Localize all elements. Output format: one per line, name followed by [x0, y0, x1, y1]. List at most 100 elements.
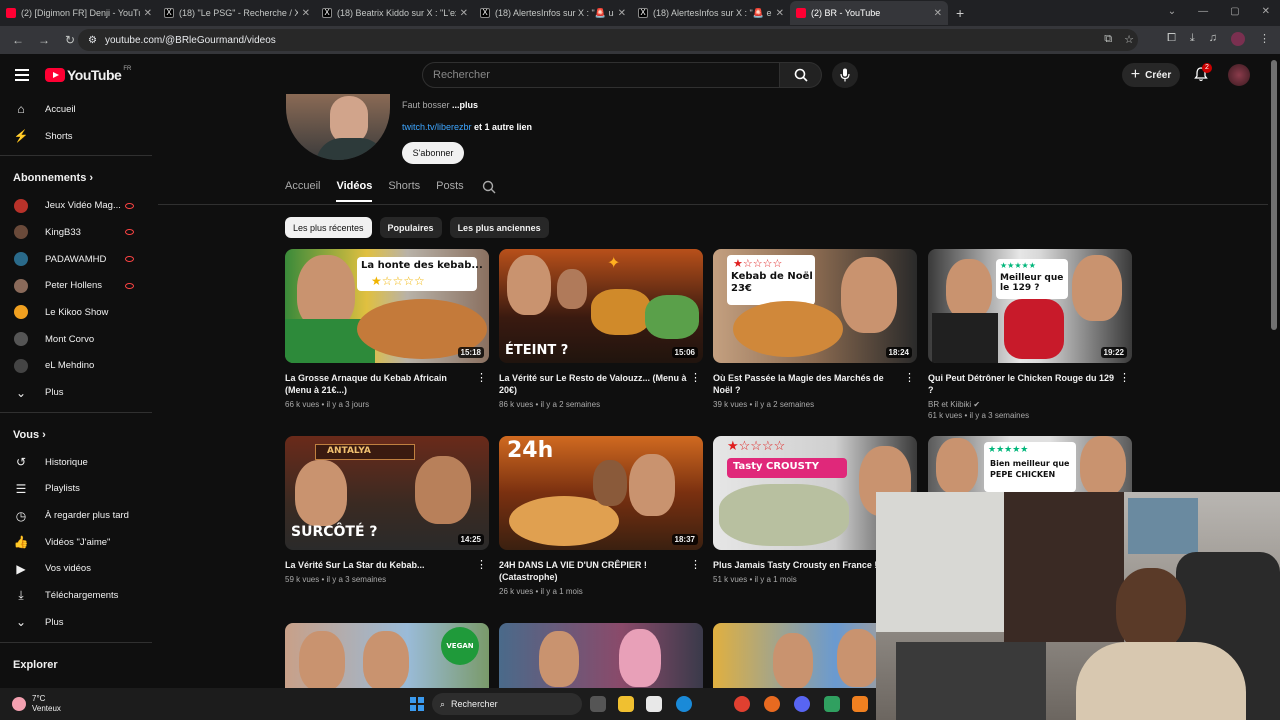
notepad-icon[interactable] — [646, 696, 662, 712]
media-control-icon[interactable]: ♫ — [1209, 32, 1217, 46]
video-card[interactable]: ★☆☆☆☆ Kebab de Noël 23€ 18:24 Où Est Pas… — [713, 249, 917, 409]
more-options-icon[interactable]: ⋮ — [690, 371, 701, 384]
sidebar-item-liked[interactable]: 👍 Vidéos "J'aime" — [0, 529, 152, 556]
create-button[interactable]: + Créer — [1122, 63, 1180, 87]
subscription-item[interactable]: Jeux Vidéo Mag... — [0, 192, 152, 219]
vlc-icon[interactable] — [852, 696, 868, 712]
tab-shorts[interactable]: Shorts — [388, 180, 420, 202]
install-icon[interactable]: ⧉ — [1104, 33, 1112, 46]
sidebar-item-home[interactable]: ⌂ Accueil — [0, 96, 152, 123]
video-thumbnail[interactable] — [499, 623, 703, 688]
search-button[interactable] — [780, 62, 822, 88]
close-window-icon[interactable]: ✕ — [1262, 6, 1270, 17]
sidebar-item-more[interactable]: ⌄ Plus — [0, 609, 152, 636]
video-channel[interactable]: BR et Kiibiki ✔ — [928, 400, 1132, 409]
chip-popular[interactable]: Populaires — [379, 217, 442, 238]
extensions-icon[interactable]: ⧠ — [1167, 32, 1176, 46]
notifications-button[interactable]: 2 — [1194, 63, 1212, 87]
bookmark-star-icon[interactable]: ☆ — [1124, 33, 1134, 46]
sidebar-item-your-videos[interactable]: ▶ Vos vidéos — [0, 556, 152, 583]
tab-search-icon[interactable]: ⌄ — [1168, 6, 1176, 17]
browser-tab[interactable]: X (18) AlertesInfos sur X : "🚨 us ✕ — [474, 1, 632, 25]
voice-search-button[interactable] — [832, 62, 858, 88]
firefox-icon[interactable] — [764, 696, 780, 712]
subscription-item[interactable]: KingB33 — [0, 219, 152, 246]
maximize-icon[interactable]: ▢ — [1230, 6, 1239, 17]
subscriptions-more[interactable]: ⌄ Plus — [0, 379, 152, 406]
close-icon[interactable]: ✕ — [934, 8, 942, 19]
video-title[interactable]: Qui Peut Détrôner le Chicken Rouge du 12… — [928, 372, 1132, 396]
close-icon[interactable]: ✕ — [460, 8, 468, 19]
video-card[interactable]: ANTALYA SURCÔTÉ ? 14:25 La Vérité Sur La… — [285, 436, 489, 584]
video-card[interactable] — [499, 623, 703, 688]
discord-icon[interactable] — [794, 696, 810, 712]
video-title[interactable]: La Vérité Sur La Star du Kebab... — [285, 559, 489, 571]
search-input[interactable]: Rechercher — [422, 62, 780, 88]
browser-tab[interactable]: X (18) "Le PSG" - Recherche / X ✕ — [158, 1, 316, 25]
forward-icon[interactable]: → — [36, 33, 52, 47]
video-card[interactable]: 24h 18:37 24H DANS LA VIE D'UN CRÊPIER !… — [499, 436, 703, 596]
sidebar-item-watch-later[interactable]: ◷ À regarder plus tard — [0, 502, 152, 529]
browser-tab[interactable]: X (18) Beatrix Kiddo sur X : "L'extr ✕ — [316, 1, 474, 25]
windows-start-icon[interactable] — [410, 697, 424, 711]
file-explorer-icon[interactable] — [618, 696, 634, 712]
sidebar-item-history[interactable]: ↺ Historique — [0, 449, 152, 476]
browser-tab[interactable]: (2) [Digimon FR] Denji - YouTube ✕ — [0, 1, 158, 25]
download-icon[interactable]: ⤓ — [1190, 32, 1195, 46]
browser-tab-active[interactable]: (2) BR - YouTube ✕ — [790, 1, 948, 25]
new-tab-button[interactable]: + — [956, 5, 964, 21]
app-icon[interactable] — [824, 696, 840, 712]
more-options-icon[interactable]: ⋮ — [904, 371, 915, 384]
site-info-icon[interactable]: ⚙ — [88, 35, 97, 46]
chip-oldest[interactable]: Les plus anciennes — [449, 217, 549, 238]
video-title[interactable]: La Grosse Arnaque du Kebab Africain (Men… — [285, 372, 489, 396]
video-card[interactable]: ✦ ÉTEINT ? 15:06 La Vérité sur Le Resto … — [499, 249, 703, 409]
menu-icon[interactable] — [15, 66, 29, 84]
edge-icon[interactable] — [676, 696, 692, 712]
more-options-icon[interactable]: ⋮ — [476, 558, 487, 571]
close-icon[interactable]: ✕ — [144, 8, 152, 19]
close-icon[interactable]: ✕ — [618, 8, 626, 19]
browser-tab[interactable]: X (18) AlertesInfos sur X : "🚨 en F ✕ — [632, 1, 790, 25]
sidebar-item-playlists[interactable]: ☰ Playlists — [0, 476, 152, 503]
more-links[interactable]: et 1 autre lien — [472, 122, 532, 132]
video-title[interactable]: Où Est Passée la Magie des Marchés de No… — [713, 372, 917, 396]
subscription-item[interactable]: Le Kikoo Show — [0, 299, 152, 326]
back-icon[interactable]: ← — [10, 33, 26, 47]
subscribe-button[interactable]: S'abonner — [402, 142, 464, 164]
subscription-item[interactable]: Peter Hollens — [0, 272, 152, 299]
subscription-item[interactable]: PADAWAMHD — [0, 246, 152, 273]
channel-search-icon[interactable] — [482, 180, 496, 202]
video-thumbnail[interactable]: ★★★★★ Meilleur que le 129 ? 19:22 — [928, 249, 1132, 363]
chrome-icon[interactable] — [734, 696, 750, 712]
sidebar-item-shorts[interactable]: ⚡ Shorts — [0, 123, 152, 150]
menu-icon[interactable]: ⋮ — [1259, 32, 1270, 46]
video-thumbnail[interactable]: La honte des kebab... ★☆☆☆☆ 15:18 — [285, 249, 489, 363]
reload-icon[interactable]: ↻ — [62, 33, 78, 47]
you-heading[interactable]: Vous › — [0, 417, 152, 449]
video-title[interactable]: 24H DANS LA VIE D'UN CRÊPIER ! (Catastro… — [499, 559, 703, 583]
video-thumbnail[interactable]: ✦ ÉTEINT ? 15:06 — [499, 249, 703, 363]
account-avatar[interactable] — [1228, 64, 1250, 86]
channel-link[interactable]: twitch.tv/liberezbr — [402, 122, 472, 132]
video-card[interactable]: ★★★★★ Meilleur que le 129 ? 19:22 Qui Pe… — [928, 249, 1132, 420]
subscription-item[interactable]: eL Mehdino — [0, 353, 152, 380]
chip-latest[interactable]: Les plus récentes — [285, 217, 372, 238]
video-thumbnail[interactable]: 24h 18:37 — [499, 436, 703, 550]
more-options-icon[interactable]: ⋮ — [690, 558, 701, 571]
tab-videos[interactable]: Vidéos — [336, 180, 373, 202]
youtube-logo[interactable]: YouTube FR — [45, 66, 131, 83]
video-thumbnail[interactable]: ★☆☆☆☆ Kebab de Noël 23€ 18:24 — [713, 249, 917, 363]
subscription-item[interactable]: Mont Corvo — [0, 326, 152, 353]
taskbar-search[interactable]: ⌕ Rechercher — [432, 693, 582, 715]
channel-description[interactable]: Faut bosser ...plus — [402, 100, 478, 110]
task-view-icon[interactable] — [590, 696, 606, 712]
scrollbar-thumb[interactable] — [1271, 60, 1277, 330]
channel-avatar-large[interactable] — [286, 94, 390, 160]
weather-widget[interactable]: 7°C Venteux — [12, 694, 61, 714]
tab-posts[interactable]: Posts — [436, 180, 464, 202]
video-card[interactable]: VEGAN — [285, 623, 489, 688]
minimize-icon[interactable]: — — [1198, 6, 1208, 17]
more-options-icon[interactable]: ⋮ — [476, 371, 487, 384]
subscriptions-heading[interactable]: Abonnements › — [0, 160, 152, 192]
